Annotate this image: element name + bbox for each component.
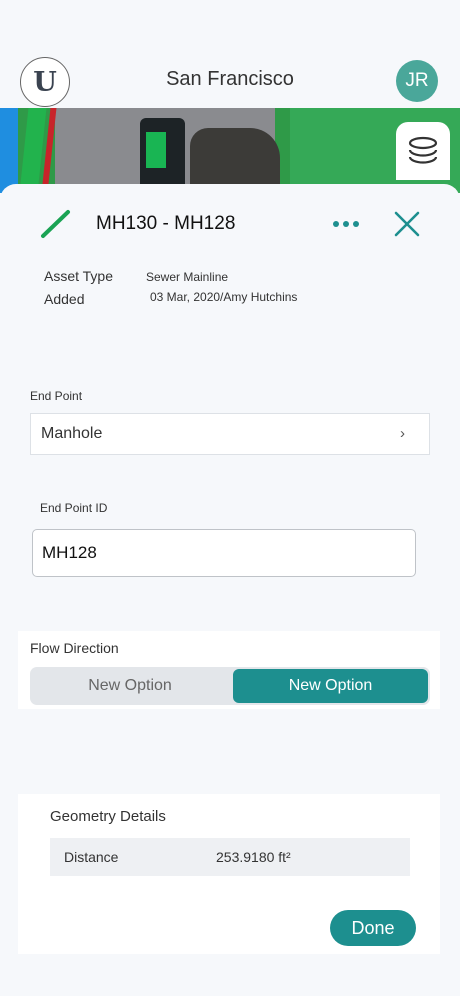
layers-button[interactable]	[396, 122, 450, 180]
chevron-right-icon: ›	[400, 425, 405, 442]
city-title: San Francisco	[166, 68, 294, 90]
distance-label: Distance	[64, 849, 119, 865]
added-label: Added	[44, 291, 85, 307]
distance-value: 253.9180 ft²	[216, 849, 291, 865]
end-point-value: Manhole	[41, 425, 103, 442]
close-icon[interactable]	[392, 209, 422, 239]
geometry-title: Geometry Details	[50, 808, 166, 825]
flow-direction-label: Flow Direction	[30, 640, 119, 656]
flow-option-1[interactable]: New Option	[30, 667, 230, 705]
more-options-button[interactable]	[330, 210, 362, 238]
done-button[interactable]: Done	[330, 910, 416, 946]
end-point-select[interactable]: Manhole ›	[30, 413, 430, 455]
more-dots-icon	[333, 221, 359, 227]
end-point-id-label: End Point ID	[40, 501, 108, 515]
map-line-blue	[0, 108, 18, 193]
end-point-id-input[interactable]	[32, 529, 416, 577]
end-point-label: End Point	[30, 389, 83, 403]
layers-icon	[408, 136, 438, 164]
map-view[interactable]	[0, 108, 460, 193]
user-avatar[interactable]: JR	[396, 60, 438, 102]
flow-direction-toggle: New Option New Option	[30, 667, 430, 705]
app-header: U San Francisco JR	[0, 0, 460, 108]
flow-option-2-selected[interactable]: New Option	[233, 669, 428, 703]
asset-type-value: Sewer Mainline	[146, 270, 229, 284]
map-vehicle	[146, 132, 166, 168]
asset-title: MH130 - MH128	[96, 213, 236, 234]
added-value: 03 Mar, 2020/Amy Hutchins	[150, 290, 298, 304]
asset-type-label: Asset Type	[44, 268, 114, 284]
pencil-line-icon	[41, 210, 70, 238]
distance-row: Distance 253.9180 ft²	[50, 838, 410, 876]
